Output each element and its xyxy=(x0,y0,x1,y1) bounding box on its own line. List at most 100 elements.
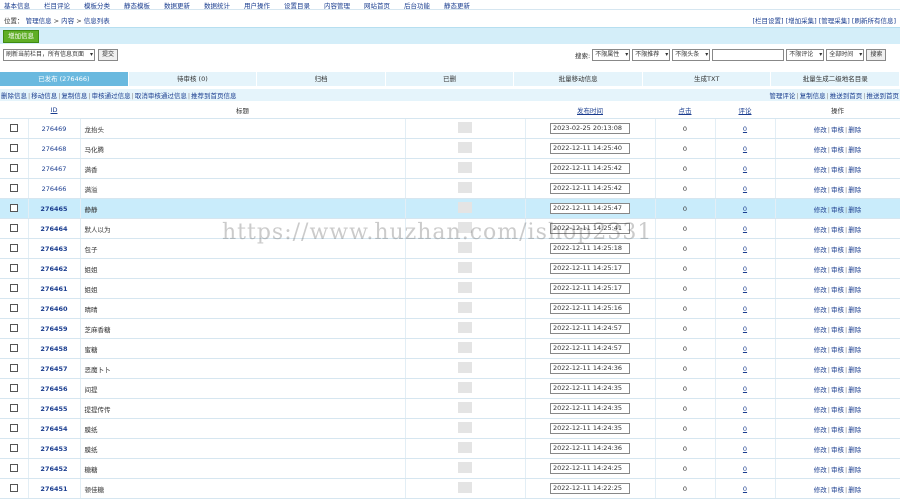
row-title[interactable]: 间提 xyxy=(85,386,98,394)
batch-action-link[interactable]: 删除信息 xyxy=(1,92,27,100)
search-button[interactable]: 搜索 xyxy=(866,49,887,61)
row-date-input[interactable]: 2022-12-11 14:25:17 xyxy=(550,283,630,294)
row-date-input[interactable]: 2022-12-11 14:25:42 xyxy=(550,163,630,174)
row-title[interactable]: 姐姐 xyxy=(85,266,98,274)
edit-link[interactable]: 修改 xyxy=(814,206,827,214)
search-input[interactable] xyxy=(712,49,785,61)
check-link[interactable]: 审核 xyxy=(831,246,844,254)
batch-action-link[interactable]: 审核通过信息 xyxy=(92,92,131,100)
row-date-input[interactable]: 2022-12-11 14:25:16 xyxy=(550,303,630,314)
batch-action-link[interactable]: 管理评论 xyxy=(769,92,795,100)
row-checkbox[interactable] xyxy=(9,443,18,452)
row-comments[interactable]: 0 xyxy=(743,245,747,253)
refresh-select[interactable]: 刷新当前栏目，所有信息页面 xyxy=(3,49,96,61)
row-comments[interactable]: 0 xyxy=(743,225,747,233)
edit-link[interactable]: 修改 xyxy=(814,246,827,254)
delete-link[interactable]: 删除 xyxy=(848,146,861,154)
row-date-input[interactable]: 2022-12-11 14:25:17 xyxy=(550,263,630,274)
col-blurred[interactable] xyxy=(405,102,525,119)
row-id[interactable]: 276459 xyxy=(40,325,67,333)
tab-item[interactable]: 批量生成二级地名目录 xyxy=(771,72,900,86)
row-checkbox[interactable] xyxy=(9,283,18,292)
batch-action-link[interactable]: 推送到首页 xyxy=(867,92,900,100)
row-id[interactable]: 276467 xyxy=(42,165,67,173)
row-title[interactable]: 恶魔卜卜 xyxy=(85,366,111,374)
row-title[interactable]: 膜纸 xyxy=(85,446,98,454)
delete-link[interactable]: 删除 xyxy=(848,486,861,494)
row-checkbox[interactable] xyxy=(9,363,18,372)
row-comments[interactable]: 0 xyxy=(743,165,747,173)
row-id[interactable]: 276469 xyxy=(42,125,67,133)
row-title[interactable]: 满溢 xyxy=(85,186,98,194)
check-link[interactable]: 审核 xyxy=(831,346,844,354)
add-info-button[interactable]: 增加信息 xyxy=(3,30,39,43)
row-checkbox[interactable] xyxy=(9,223,18,232)
headline-select[interactable]: 不限头条 xyxy=(672,49,711,61)
edit-link[interactable]: 修改 xyxy=(814,146,827,154)
row-date-input[interactable]: 2022-12-11 14:25:40 xyxy=(550,143,630,154)
row-title[interactable]: 静静 xyxy=(85,206,98,214)
row-title[interactable]: 蜜糖 xyxy=(85,346,98,354)
check-link[interactable]: 审核 xyxy=(831,226,844,234)
row-title[interactable]: 晴晴 xyxy=(85,306,98,314)
edit-link[interactable]: 修改 xyxy=(814,226,827,234)
row-id[interactable]: 276451 xyxy=(40,485,67,493)
topnav-item[interactable]: 用户操作 xyxy=(244,0,270,10)
row-comments[interactable]: 0 xyxy=(743,485,747,493)
edit-link[interactable]: 修改 xyxy=(814,266,827,274)
row-date-input[interactable]: 2022-12-11 14:24:25 xyxy=(550,463,630,474)
row-title[interactable]: 膜纸 xyxy=(85,426,98,434)
row-date-input[interactable]: 2022-12-11 14:24:35 xyxy=(550,403,630,414)
row-id[interactable]: 276466 xyxy=(42,185,67,193)
check-link[interactable]: 审核 xyxy=(831,486,844,494)
delete-link[interactable]: 删除 xyxy=(848,226,861,234)
topnav-item[interactable]: 栏目评论 xyxy=(44,0,70,10)
delete-link[interactable]: 删除 xyxy=(848,266,861,274)
tab-item[interactable]: 待审核 (0) xyxy=(129,72,258,86)
delete-link[interactable]: 删除 xyxy=(848,346,861,354)
row-comments[interactable]: 0 xyxy=(743,205,747,213)
delete-link[interactable]: 删除 xyxy=(848,246,861,254)
check-link[interactable]: 审核 xyxy=(831,206,844,214)
edit-link[interactable]: 修改 xyxy=(814,326,827,334)
col-comments[interactable]: 评论 xyxy=(715,102,775,119)
row-checkbox[interactable] xyxy=(9,163,18,172)
refresh-submit-button[interactable]: 提交 xyxy=(98,49,119,61)
row-id[interactable]: 276465 xyxy=(40,205,67,213)
topnav-item[interactable]: 数据更新 xyxy=(164,0,190,10)
delete-link[interactable]: 删除 xyxy=(848,446,861,454)
batch-action-link[interactable]: 移动信息 xyxy=(31,92,57,100)
delete-link[interactable]: 删除 xyxy=(848,426,861,434)
check-link[interactable]: 审核 xyxy=(831,306,844,314)
delete-link[interactable]: 删除 xyxy=(848,386,861,394)
tab-item[interactable]: 已发布 (276466) xyxy=(0,72,129,86)
edit-link[interactable]: 修改 xyxy=(814,306,827,314)
topnav-item[interactable]: 后台功能 xyxy=(404,0,430,10)
row-checkbox[interactable] xyxy=(9,263,18,272)
batch-action-link[interactable]: 复制信息 xyxy=(61,92,87,100)
edit-link[interactable]: 修改 xyxy=(814,486,827,494)
check-link[interactable]: 审核 xyxy=(831,426,844,434)
edit-link[interactable]: 修改 xyxy=(814,406,827,414)
check-link[interactable]: 审核 xyxy=(831,286,844,294)
row-title[interactable]: 龙抬头 xyxy=(85,126,105,134)
row-id[interactable]: 276454 xyxy=(40,425,67,433)
check-link[interactable]: 审核 xyxy=(831,406,844,414)
check-link[interactable]: 审核 xyxy=(831,386,844,394)
row-date-input[interactable]: 2022-12-11 14:25:47 xyxy=(550,203,630,214)
row-id[interactable]: 276453 xyxy=(40,445,67,453)
tab-item[interactable]: 生成TXT xyxy=(643,72,772,86)
row-comments[interactable]: 0 xyxy=(743,405,747,413)
check-link[interactable]: 审核 xyxy=(831,126,844,134)
recommend-select[interactable]: 不限推荐 xyxy=(632,49,671,61)
row-comments[interactable]: 0 xyxy=(743,425,747,433)
topnav-item[interactable]: 设置目录 xyxy=(284,0,310,10)
row-checkbox[interactable] xyxy=(9,303,18,312)
row-id[interactable]: 276452 xyxy=(40,465,67,473)
row-comments[interactable]: 0 xyxy=(743,465,747,473)
delete-link[interactable]: 删除 xyxy=(848,306,861,314)
top-right-links[interactable]: [栏目设置] [增加采集] [管理采集] [刷新所有信息] xyxy=(753,15,897,25)
row-id[interactable]: 276463 xyxy=(40,245,67,253)
row-date-input[interactable]: 2022-12-11 14:24:57 xyxy=(550,323,630,334)
delete-link[interactable]: 删除 xyxy=(848,406,861,414)
